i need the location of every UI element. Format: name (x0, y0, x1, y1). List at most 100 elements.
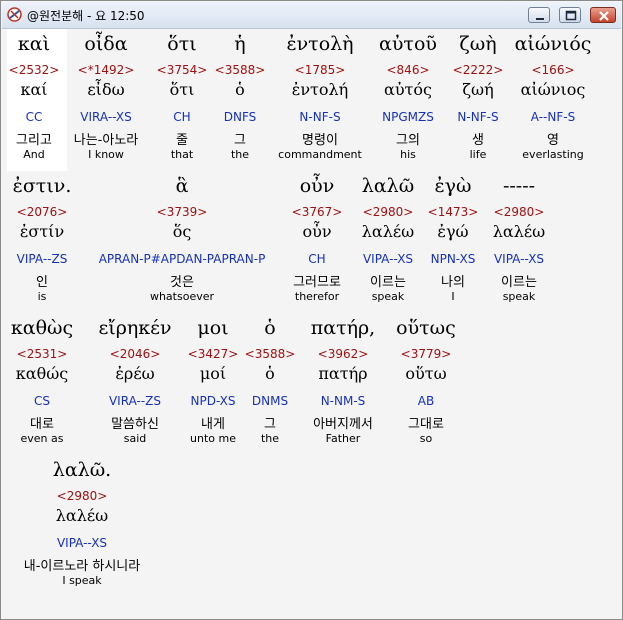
parsing-code: CC (25, 110, 43, 124)
greek-word[interactable]: ὅτι (167, 33, 196, 55)
lemma: οὖν (302, 222, 332, 241)
lemma: λαλέω (55, 506, 109, 525)
minimize-button[interactable] (528, 7, 550, 23)
english-gloss: life (469, 148, 487, 161)
english-gloss: even as (20, 432, 64, 445)
lemma: ζωή (462, 80, 494, 99)
strong-number: <2222> (452, 63, 504, 77)
strong-number: <3962> (317, 347, 369, 361)
greek-word[interactable]: λαλῶ. (53, 459, 111, 481)
english-gloss: said (123, 432, 147, 445)
korean-gloss: 이르는 (370, 275, 406, 290)
lemma: πατήρ (318, 364, 368, 383)
close-button[interactable] (590, 7, 616, 23)
greek-word[interactable]: λαλῶ (362, 175, 414, 197)
parsing-code: N-NM-S (320, 394, 366, 408)
greek-word[interactable]: οὖν (300, 175, 335, 197)
greek-word[interactable]: ἐστιν. (13, 175, 72, 197)
lemma: λαλέω (492, 222, 546, 241)
parsing-code: NPN-XS (430, 252, 476, 266)
korean-gloss: 인 (36, 275, 48, 290)
lemma: ὅς (172, 222, 192, 241)
app-logo-icon[interactable] (7, 7, 22, 22)
greek-word[interactable]: ἡ (234, 33, 245, 55)
korean-gloss: 그대로 (408, 417, 444, 432)
strong-number: <3779> (400, 347, 452, 361)
korean-gloss: 생 (472, 133, 484, 148)
korean-gloss: 내-이르노라 하시니라 (23, 559, 141, 574)
korean-gloss: 나는-아노라 (73, 133, 139, 148)
parsing-code: APRAN-P#APDAN-PAPRAN-P (98, 252, 266, 266)
parsing-code: VIPA--XS (56, 536, 108, 550)
greek-word[interactable]: καὶ (18, 33, 50, 55)
greek-word[interactable]: ἃ (176, 175, 189, 197)
english-gloss: speak (502, 290, 536, 303)
strong-number: <3754> (156, 63, 208, 77)
strong-number: <3588> (214, 63, 266, 77)
korean-gloss: 그러므로 (293, 275, 341, 290)
greek-word[interactable]: πατήρ, (311, 317, 375, 339)
strong-number: <1473> (427, 205, 479, 219)
strong-number: <3427> (187, 347, 239, 361)
parsing-code: VIPA--XS (362, 252, 414, 266)
greek-word[interactable]: ζωὴ (459, 33, 496, 55)
greek-word[interactable]: ----- (503, 175, 535, 197)
english-gloss: commandment (278, 148, 362, 161)
parsing-code: VIRA--XS (80, 110, 132, 124)
greek-word[interactable]: αἰώνιός (515, 33, 592, 55)
lemma: λαλέω (361, 222, 415, 241)
parsing-code: VIPA--XS (493, 252, 545, 266)
lemma: οὕτω (405, 364, 447, 383)
lemma: καθώς (15, 364, 69, 383)
korean-gloss: 그리고 (16, 133, 52, 148)
greek-word[interactable]: καθὼς (11, 317, 73, 339)
parsing-code: N-NF-S (457, 110, 499, 124)
lemma: ἐστίν (19, 222, 65, 241)
strong-number: <2532> (8, 63, 60, 77)
title-bar[interactable]: @원전분해 - 요 12:50 (2, 2, 621, 29)
greek-word[interactable]: ἐντολὴ (286, 33, 353, 55)
korean-gloss: 그 (234, 133, 246, 148)
window-title: @원전분해 - 요 12:50 (27, 9, 145, 23)
parsing-code: AB (417, 394, 435, 408)
english-gloss: that (170, 148, 194, 161)
minimize-icon (536, 18, 544, 20)
korean-gloss: 그의 (396, 133, 420, 148)
strong-number: <3767> (291, 205, 343, 219)
korean-gloss: 이르는 (501, 275, 537, 290)
korean-gloss: 내게 (201, 417, 225, 432)
english-gloss: And (23, 148, 45, 161)
maximize-icon (565, 10, 577, 21)
strong-number: <2531> (16, 347, 68, 361)
english-gloss: so (419, 432, 433, 445)
english-gloss: the (260, 432, 280, 445)
greek-word[interactable]: μοι (197, 317, 228, 339)
lemma: ἐντολή (291, 80, 349, 99)
lemma: ὅτι (169, 80, 195, 99)
lemma: μοί (199, 364, 227, 383)
english-gloss: speak (371, 290, 405, 303)
greek-word[interactable]: ὁ (264, 317, 275, 339)
strong-number: <2980> (362, 205, 414, 219)
parsing-code: VIPA--ZS (16, 252, 68, 266)
english-gloss: I know (88, 148, 124, 161)
strong-number: <3739> (156, 205, 208, 219)
lemma: ὁ (235, 80, 245, 99)
lemma: καί (20, 80, 48, 99)
korean-gloss: 명령이 (302, 133, 338, 148)
strong-number: <*1492> (77, 63, 135, 77)
greek-word[interactable]: οἶδα (84, 33, 127, 55)
lemma: ἐγώ (437, 222, 469, 241)
greek-word[interactable]: εἴρηκέν (98, 317, 171, 339)
korean-gloss: 영 (547, 133, 559, 148)
greek-word[interactable]: οὕτως (396, 317, 456, 339)
korean-gloss: 나의 (441, 275, 465, 290)
greek-word[interactable]: αὐτοῦ (379, 33, 437, 55)
greek-word[interactable]: ἐγὼ (434, 175, 471, 197)
parsing-code: DNMS (251, 394, 289, 408)
korean-gloss: 그 (264, 417, 276, 432)
parsing-code: NPD-XS (190, 394, 236, 408)
maximize-button[interactable] (559, 7, 581, 23)
parsing-code: N-NF-S (299, 110, 341, 124)
parsing-code: DNFS (223, 110, 257, 124)
